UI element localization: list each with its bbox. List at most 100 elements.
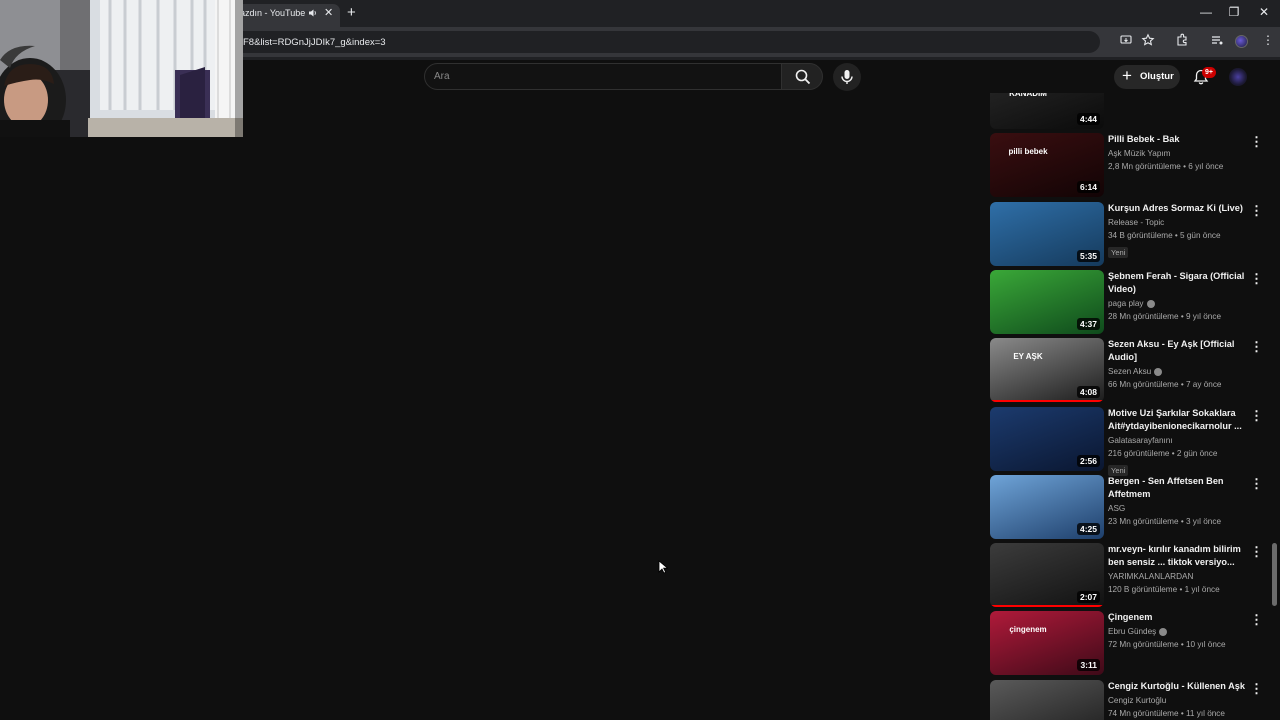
video-thumbnail[interactable]: pilli bebek 6:14 [990, 133, 1104, 198]
search-button[interactable] [781, 63, 823, 90]
video-thumbnail[interactable]: KIRILIR KANADIM 4:44 [990, 93, 1104, 129]
channel-name-text: Release - Topic [1108, 217, 1165, 227]
channel-name[interactable]: Cengiz Kurtoğlu [1108, 695, 1248, 707]
thumbnail-text: pilli bebek [1008, 147, 1048, 157]
video-title[interactable]: Cengiz Kurtoğlu - Küllenen Aşk [1108, 680, 1248, 693]
account-avatar[interactable] [1229, 68, 1247, 86]
browser-menu-icon[interactable]: ⋮ [1262, 33, 1274, 47]
video-meta: Çingenem Ebru Gündeş 72 Mn görüntüleme • 1… [1108, 611, 1248, 651]
channel-name[interactable]: Ebru Gündeş [1108, 626, 1248, 638]
video-meta: Cengiz Kurtoğlu - Küllenen Aşk Cengiz Kur… [1108, 680, 1248, 720]
more-actions-icon[interactable]: ⋮ [1250, 409, 1263, 422]
thumbnail-text: EY AŞK [1013, 352, 1043, 362]
webcam-feed-image [0, 0, 243, 137]
playlist-item[interactable]: 2:56 Motive Uzi Şarkılar Sokaklara Ait#yt… [990, 406, 1275, 476]
video-duration: 4:25 [1076, 522, 1100, 535]
playlist-item[interactable]: 4:25 Bergen - Sen Affetsen Ben Affetmem AS… [990, 474, 1275, 539]
video-meta: Bergen - Sen Affetsen Ben Affetmem ASG 23 … [1108, 475, 1248, 528]
close-window-button[interactable]: ✕ [1254, 5, 1274, 19]
channel-name[interactable]: Aşk Müzik Yapım [1108, 148, 1248, 160]
playlist-item[interactable]: çingenem 3:11 Çingenem Ebru Gündeş 72 Mn gör… [990, 611, 1275, 676]
video-title[interactable]: Pilli Bebek - Bak [1108, 133, 1248, 146]
channel-name[interactable]: Release - Topic [1108, 217, 1248, 229]
video-thumbnail[interactable] [990, 679, 1104, 720]
tab-close-icon[interactable]: ✕ [324, 6, 333, 19]
video-thumbnail[interactable]: 2:07 [990, 543, 1104, 608]
video-duration: 4:08 [1076, 386, 1100, 399]
playlist-item[interactable]: pilli bebek 6:14 Pilli Bebek - Bak Aşk Müzi… [990, 133, 1275, 198]
video-duration: 6:14 [1076, 181, 1100, 194]
restore-button[interactable]: ❐ [1224, 5, 1244, 19]
video-thumbnail[interactable]: 2:56 [990, 406, 1104, 471]
video-title[interactable]: Sezen Aksu - Ey Aşk [Official Audio] [1108, 338, 1248, 364]
playlist-panel: KIRILIR KANADIM4:44Stres Beats - Topic3 … [990, 93, 1275, 720]
search-placeholder: Ara [434, 71, 450, 82]
view-count-and-date: 34 B görüntüleme • 5 gün önce [1108, 230, 1221, 240]
channel-name[interactable]: Galatasarayfanını [1108, 435, 1248, 447]
playlist-item[interactable]: EY AŞK 4:08 Sezen Aksu - Ey Aşk [Official … [990, 338, 1275, 403]
verified-check-icon [1154, 368, 1163, 377]
video-duration: 3:11 [1077, 659, 1100, 672]
video-thumbnail[interactable]: çingenem 3:11 [990, 611, 1104, 676]
search-icon [795, 69, 811, 85]
video-meta: Motive Uzi Şarkılar Sokaklara Ait#ytdayi… [1108, 407, 1248, 478]
playlist-scrollbar[interactable] [1272, 543, 1277, 606]
more-actions-icon[interactable]: ⋮ [1250, 477, 1263, 490]
install-app-icon[interactable] [1119, 33, 1133, 47]
video-title[interactable]: Motive Uzi Şarkılar Sokaklara Ait#ytdayi… [1108, 407, 1248, 433]
view-count-and-date: 66 Mn görüntüleme • 7 ay önce [1108, 380, 1222, 390]
more-actions-icon[interactable]: ⋮ [1250, 204, 1263, 217]
channel-name-text: Aşk Müzik Yapım [1108, 149, 1171, 159]
more-actions-icon[interactable]: ⋮ [1250, 545, 1263, 558]
extensions-icon[interactable] [1175, 33, 1189, 47]
channel-name-text: Sezen Aksu [1108, 367, 1152, 377]
playlist-item[interactable]: 5:35 Kurşun Adres Sormaz Ki (Live) Release… [990, 201, 1275, 266]
playlist-item[interactable]: 4:37 Şebnem Ferah - Sigara (Official Vide… [990, 269, 1275, 334]
video-thumbnail[interactable]: 5:35 [990, 201, 1104, 266]
mouse-cursor-icon [658, 560, 668, 574]
more-actions-icon[interactable]: ⋮ [1250, 272, 1263, 285]
channel-name[interactable]: paga play [1108, 298, 1248, 310]
video-thumbnail[interactable]: 4:25 [990, 474, 1104, 539]
verified-check-icon [1146, 299, 1155, 308]
more-actions-icon[interactable]: ⋮ [1250, 613, 1263, 626]
tab-title: azdın - YouTube [240, 8, 306, 18]
channel-name[interactable]: Sezen Aksu [1108, 366, 1248, 378]
search-input[interactable] [424, 63, 782, 90]
new-tab-button[interactable]: + [347, 4, 356, 21]
video-duration: 4:44 [1076, 113, 1100, 125]
video-title[interactable]: Bergen - Sen Affetsen Ben Affetmem [1108, 475, 1248, 501]
video-meta: mr.veyn- kırılır kanadım bilirim ben sen… [1108, 543, 1248, 596]
video-duration: 4:37 [1076, 317, 1100, 330]
playlist-item[interactable]: KIRILIR KANADIM4:44Stres Beats - Topic3 … [990, 93, 1275, 129]
channel-name-text: Galatasarayfanını [1108, 435, 1173, 445]
playlist-item[interactable]: 2:07 mr.veyn- kırılır kanadım bilirim ben… [990, 543, 1275, 608]
webcam-overlay [0, 0, 243, 137]
minimize-button[interactable]: — [1196, 5, 1216, 19]
channel-name-text: Ebru Gündeş [1108, 627, 1157, 637]
more-actions-icon[interactable]: ⋮ [1250, 682, 1263, 695]
bookmark-star-icon[interactable] [1141, 33, 1155, 47]
video-meta: Pilli Bebek - Bak Aşk Müzik Yapım 2,8 Mn g… [1108, 133, 1248, 173]
more-actions-icon[interactable]: ⋮ [1250, 135, 1263, 148]
channel-name[interactable]: YARIMKALANLARDAN [1108, 571, 1248, 583]
video-title[interactable]: Şebnem Ferah - Sigara (Official Video) [1108, 270, 1248, 296]
playlist-item[interactable]: Cengiz Kurtoğlu - Küllenen Aşk Cengiz Kur… [990, 679, 1275, 720]
video-duration: 2:07 [1076, 591, 1100, 604]
video-thumbnail[interactable]: EY AŞK 4:08 [990, 338, 1104, 403]
media-controls-icon[interactable] [1210, 33, 1224, 47]
more-actions-icon[interactable]: ⋮ [1250, 340, 1263, 353]
audio-playing-icon[interactable] [308, 8, 318, 18]
thumbnail-text: KIRILIR KANADIM [1009, 93, 1047, 98]
browser-profile-avatar[interactable] [1235, 35, 1248, 48]
microphone-icon [841, 70, 853, 84]
channel-name[interactable]: ASG [1108, 503, 1248, 515]
notification-badge: 9+ [1202, 67, 1216, 78]
video-title[interactable]: Çingenem [1108, 611, 1248, 624]
video-thumbnail[interactable]: 4:37 [990, 269, 1104, 334]
url-text[interactable]: F8&list=RDGnJjJDIk7_g&index=3 [243, 37, 386, 48]
voice-search-button[interactable] [833, 63, 861, 91]
video-title[interactable]: Kurşun Adres Sormaz Ki (Live) [1108, 202, 1248, 215]
video-title[interactable]: mr.veyn- kırılır kanadım bilirim ben sen… [1108, 543, 1248, 569]
verified-check-icon [1159, 628, 1168, 637]
